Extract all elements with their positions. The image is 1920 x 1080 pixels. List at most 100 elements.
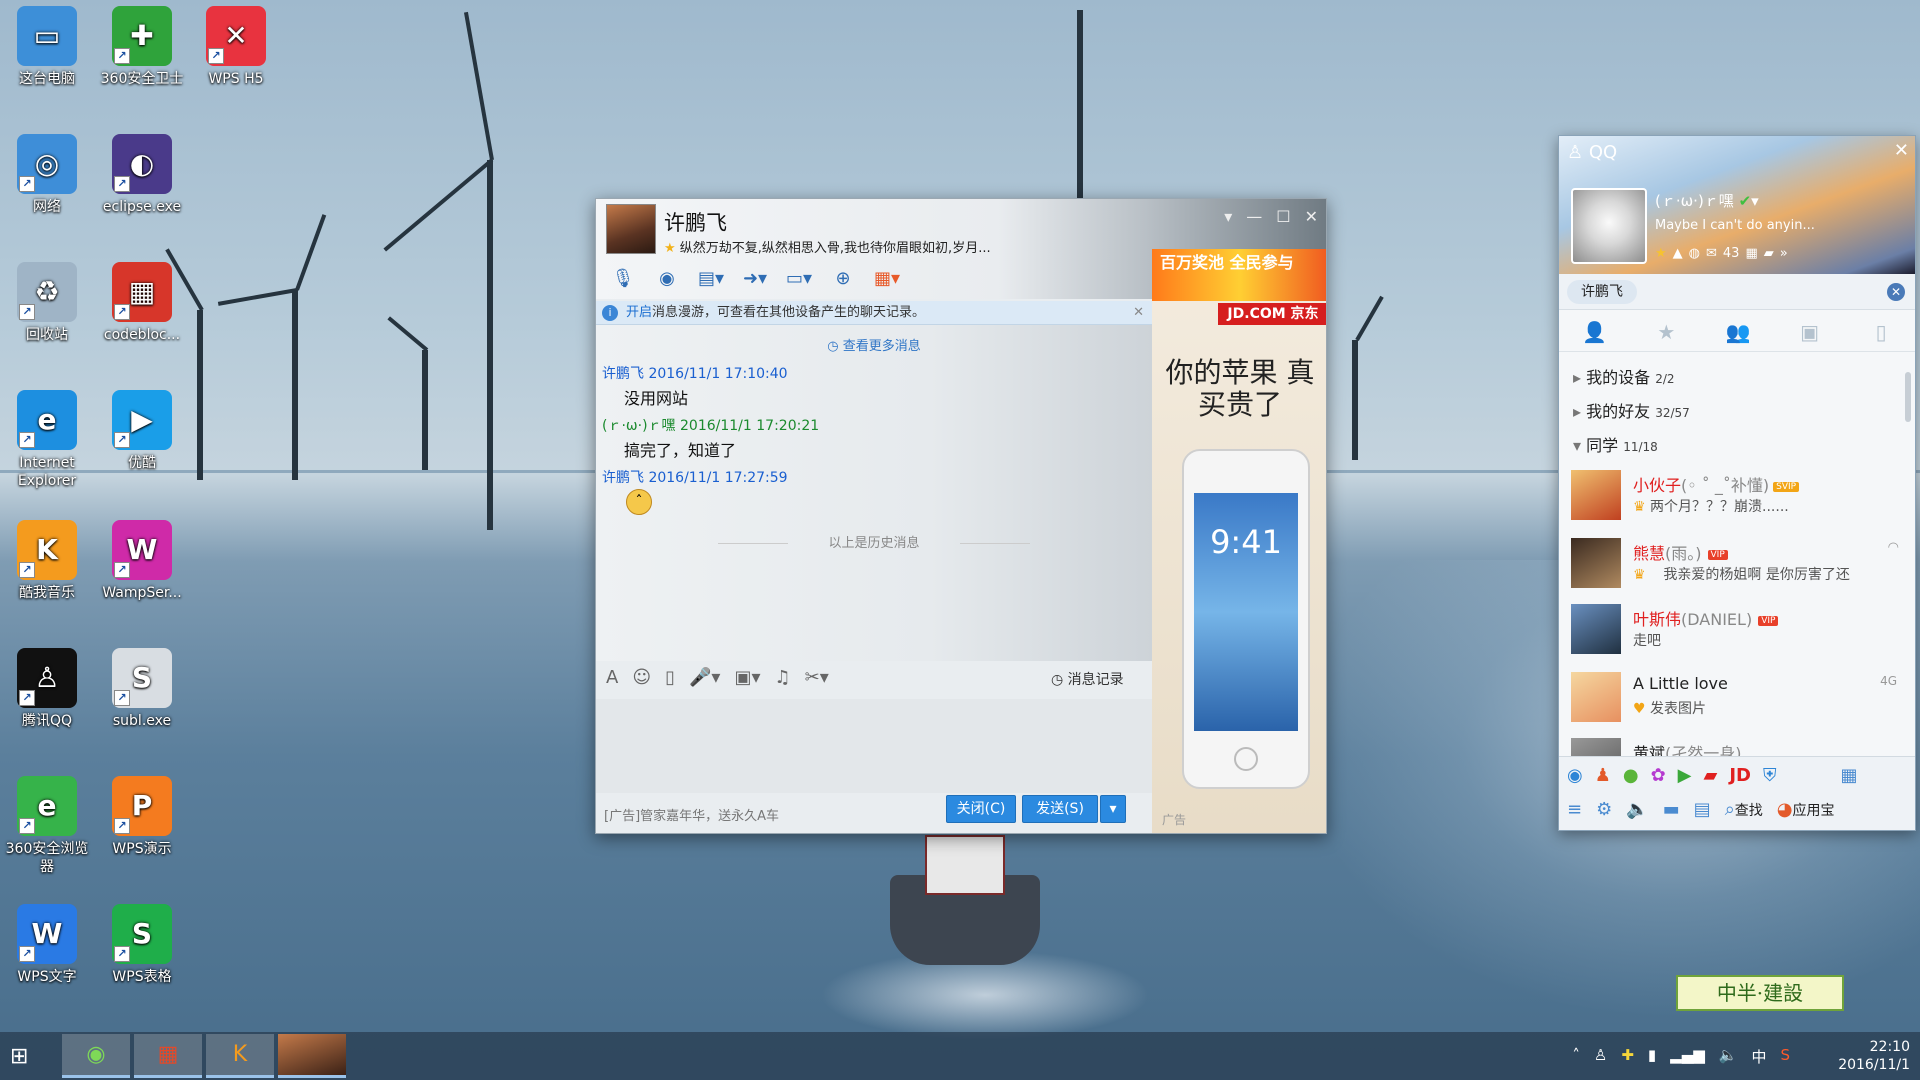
qqlive-icon[interactable]: ◍ [1689, 246, 1700, 261]
remote-assist-icon[interactable]: ▤▾ [694, 263, 728, 293]
user-nickname[interactable]: (ｒ·ω·)ｒ嘿 ✔▾ [1655, 190, 1759, 211]
online-status-icon[interactable]: ✔ [1739, 192, 1752, 210]
desktop-icon-wps-presentation[interactable]: P ↗ WPS演示 [96, 776, 188, 858]
ad-banner[interactable]: 百万奖池 全民参与 [1152, 249, 1326, 301]
find-button[interactable]: ⌕查找 [1725, 799, 1763, 820]
shake-icon[interactable]: ▯ [665, 667, 675, 688]
messages-tab-icon[interactable]: ▣ [1774, 312, 1846, 351]
tray-volume-icon[interactable]: 🔈 [1719, 1046, 1738, 1067]
chat-side-ad[interactable]: 百万奖池 全民参与 JD.COM 京东 你的苹果 真买贵了 9:41 广告 [1152, 249, 1326, 833]
taskbar-360-browser-icon[interactable]: ◉ [62, 1034, 130, 1078]
contact-name[interactable]: 许鹏飞 [664, 207, 727, 237]
contact-avatar[interactable] [606, 204, 656, 254]
gift-icon[interactable]: ▰ [1764, 246, 1774, 261]
desktop-icon-recycle-bin[interactable]: ♻ ↗ 回收站 [1, 262, 93, 344]
contacts-tab-icon[interactable]: 👤 [1559, 312, 1631, 351]
contact-row[interactable]: A Little love ♥ 发表图片 4G [1559, 666, 1909, 726]
message-history[interactable]: ◷ 查看更多消息 许鹏飞 2016/11/1 17:10:40 没用网站 (ｒ·… [596, 325, 1152, 661]
qq-security-icon[interactable]: ⛨ [1763, 765, 1777, 786]
contact-list-scrollbar[interactable] [1905, 372, 1911, 422]
send-button[interactable]: 发送(S) [1022, 795, 1098, 823]
maximize-button[interactable]: ☐ [1276, 207, 1290, 226]
desktop-icon-codeblocks[interactable]: ▦ ↗ codebloc... [96, 262, 188, 344]
desktop-icon-qq-penguin[interactable]: ♙ ↗ 腾讯QQ [1, 648, 93, 730]
phone-tab-icon[interactable]: ▯ [1845, 312, 1915, 351]
tray-signal-icon[interactable]: ▂▄▆ [1670, 1046, 1705, 1067]
contact-row[interactable]: 熊慧(雨。) VIP ♛ 我亲爱的杨姐啊 是你厉害了还 ◠ [1559, 532, 1909, 592]
voice-message-icon[interactable]: 🎤▾ [689, 667, 720, 688]
contact-row[interactable]: 小伙子(◦ ˚ _˚补懂) SVIP ♛ 两个月？？？崩溃...... [1559, 464, 1909, 524]
app-store-button[interactable]: ◕应用宝 [1777, 799, 1835, 820]
taskbar-codeblocks-icon[interactable]: ▦ [134, 1034, 202, 1078]
apps-grid-icon[interactable]: ▦▾ [870, 263, 904, 293]
video-call-icon[interactable]: ◉ [650, 263, 684, 293]
qq-browser-icon[interactable]: ◉ [1567, 765, 1583, 786]
emoji-icon[interactable]: ☺ [632, 667, 651, 688]
contact-row[interactable]: 黄斌(孑然一身) [1559, 732, 1909, 756]
desktop-icon-kuwo[interactable]: K ↗ 酷我音乐 [1, 520, 93, 602]
weiyun-icon[interactable]: ▲ [1673, 246, 1683, 261]
taskbar-chat-avatar-icon[interactable] [278, 1034, 346, 1078]
tray-qq-icon[interactable]: ♙ [1594, 1046, 1607, 1067]
font-icon[interactable]: A [606, 667, 618, 688]
user-avatar[interactable] [1571, 188, 1647, 264]
music-icon[interactable]: ♫ [775, 667, 791, 688]
desktop-icon-wampserver[interactable]: W ↗ WampSer... [96, 520, 188, 602]
clear-search-icon[interactable]: ✕ [1887, 283, 1905, 301]
close-window-button[interactable]: ✕ [1305, 207, 1318, 226]
jd-icon[interactable]: JD [1729, 765, 1751, 786]
file-transfer-icon[interactable]: ➜▾ [738, 263, 772, 293]
desktop-icon-wps-writer[interactable]: W ↗ WPS文字 [1, 904, 93, 986]
close-info-icon[interactable]: ✕ [1133, 301, 1144, 325]
app-manager-icon[interactable]: ▦ [1841, 765, 1858, 786]
taskbar-kuwo-icon[interactable]: K [206, 1034, 274, 1078]
desktop-icon-computer[interactable]: ▭ 这台电脑 [1, 6, 93, 88]
mail-icon[interactable]: ✉ [1706, 246, 1717, 261]
tray-battery-icon[interactable]: ▮ [1648, 1046, 1656, 1067]
qq-search-bar[interactable]: 许鹏飞 ✕ [1559, 274, 1915, 310]
desktop-icon-eclipse[interactable]: ◐ ↗ eclipse.exe [96, 134, 188, 216]
file-folder-icon[interactable]: ▬ [1663, 799, 1680, 820]
desktop-icon-wps-h5[interactable]: ✕ ↗ WPS H5 [190, 6, 282, 88]
tray-360-icon[interactable]: ✚ [1621, 1046, 1634, 1067]
search-query-tag[interactable]: 许鹏飞 [1567, 280, 1637, 304]
desktop-icon-360-guard[interactable]: ✚ ↗ 360安全卫士 [96, 6, 188, 88]
image-icon[interactable]: ▣▾ [734, 667, 760, 688]
qq-video-icon[interactable]: ▶ [1678, 765, 1692, 786]
status-dropdown-icon[interactable]: ▾ [1751, 192, 1759, 210]
taskbar-clock[interactable]: 22:10 2016/11/1 [1838, 1038, 1910, 1074]
screenshot-icon[interactable]: ✂▾ [805, 667, 829, 688]
screen-share-icon[interactable]: ▭▾ [782, 263, 816, 293]
user-signature[interactable]: Maybe I can't do anyin... [1655, 218, 1835, 233]
group-my-devices[interactable]: ▸ 我的设备 2/2 [1573, 364, 1675, 388]
desktop-icon-360-browser[interactable]: e ↗ 360安全浏览器 [1, 776, 93, 876]
tray-ime-indicator[interactable]: 中 [1751, 1046, 1766, 1067]
qq-flower-icon[interactable]: ✿ [1651, 765, 1666, 786]
favorites-tab-icon[interactable]: ★ [1631, 312, 1703, 351]
close-button[interactable]: 关闭(C) [946, 795, 1016, 823]
desktop-icon-youku[interactable]: ▶ ↗ 优酷 [96, 390, 188, 472]
qq-music-icon[interactable]: ▰ [1704, 765, 1718, 786]
settings-icon[interactable]: ⚙ [1596, 799, 1612, 820]
desktop-icon-ie[interactable]: e ↗ Internet Explorer [1, 390, 93, 490]
send-options-button[interactable]: ▾ [1100, 795, 1126, 823]
qq-close-button[interactable]: ✕ [1894, 140, 1909, 161]
create-group-icon[interactable]: ⊕ [826, 263, 860, 293]
wallet-icon[interactable]: ▦ [1745, 246, 1757, 261]
group-my-friends[interactable]: ▸ 我的好友 32/57 [1573, 398, 1690, 422]
ad-text-link[interactable]: [广告]管家嘉年华，送永久A车 [604, 805, 779, 824]
contact-row[interactable]: 叶斯伟(DANIEL) VIP 走吧 [1559, 598, 1909, 658]
minimize-button[interactable]: — [1246, 207, 1262, 226]
qq-game-icon[interactable]: ♟ [1595, 765, 1611, 786]
desktop-icon-sublime[interactable]: S ↗ subl.exe [96, 648, 188, 730]
message-record-button[interactable]: ◷ 消息记录 [1051, 669, 1124, 689]
chat-window[interactable]: 许鹏飞 ★ 纵然万劫不复,纵然相思入骨,我也待你眉眼如初,岁月... ▾ — ☐… [595, 198, 1327, 834]
group-classmates[interactable]: ▾ 同学 11/18 [1573, 432, 1658, 456]
main-menu-icon[interactable]: ≡ [1567, 799, 1582, 820]
tray-expand-icon[interactable]: ˄ [1572, 1046, 1580, 1067]
message-input[interactable] [596, 699, 1152, 793]
voice-call-icon[interactable]: 🎙 [606, 263, 640, 293]
sound-icon[interactable]: 🔈 [1626, 799, 1648, 820]
bookmark-icon[interactable]: ▤ [1694, 799, 1711, 820]
groups-tab-icon[interactable]: 👥 [1702, 312, 1774, 351]
